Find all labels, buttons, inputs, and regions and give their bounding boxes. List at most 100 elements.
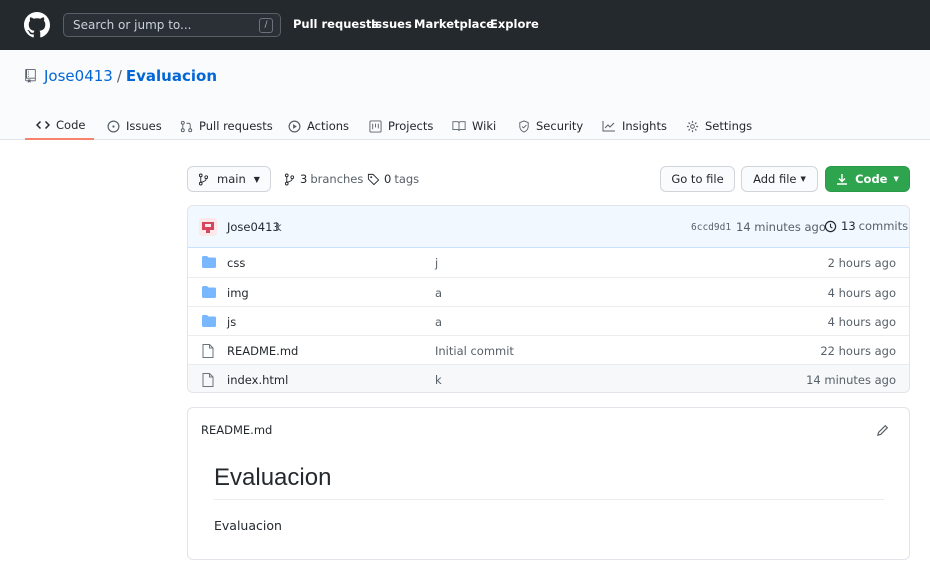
history-icon [824,220,837,232]
file-row[interactable]: README.md Initial commit 22 hours ago [188,335,909,364]
file-commit-message[interactable]: a [435,286,442,300]
code-button[interactable]: Code ▼ [825,166,910,192]
tags-link[interactable]: 0 tags [367,172,419,186]
file-rows: css j 2 hours ago img a 4 hours ago js a 4 hours… [188,248,909,392]
repo-name-link[interactable]: Evaluacion [126,67,217,85]
tags-label: tags [394,172,420,186]
branches-count: 3 [300,172,308,186]
branch-icon [284,173,295,185]
pull-request-icon [180,120,193,132]
commits-count: 13 [841,219,856,233]
file-name-link[interactable]: css [227,256,245,270]
tab-label: Issues [126,119,162,133]
folder-icon [202,315,216,330]
tab-label: Security [536,119,584,133]
tab-label: Wiki [472,119,497,133]
folder-icon [202,256,216,271]
repo-title: Jose0413 / Evaluacion [25,67,217,85]
nav-pull-requests[interactable]: Pull requests [293,17,378,31]
add-file-label: Add file [753,172,797,186]
commits-label: commits [858,219,909,233]
tab-label: Insights [622,119,667,133]
pencil-icon[interactable] [876,424,889,437]
chevron-down-icon: ▼ [893,175,899,183]
tab-issues[interactable]: Issues [107,112,162,140]
repo-icon [25,69,36,83]
repo-owner-link[interactable]: Jose0413 [44,67,113,85]
nav-marketplace[interactable]: Marketplace [414,17,494,31]
tab-insights[interactable]: Insights [602,112,667,140]
issue-icon [107,120,120,132]
search-placeholder: Search or jump to... [73,18,192,32]
file-commit-age: 2 hours ago [827,256,896,270]
book-icon [452,121,466,131]
graph-icon [602,121,615,132]
branches-label: branches [310,172,364,186]
code-icon [36,120,50,130]
chevron-down-icon: ▼ [253,174,260,184]
file-commit-age: 22 hours ago [820,344,896,358]
tab-label: Pull requests [199,119,273,133]
readme-heading: Evaluacion [214,464,884,500]
tab-projects[interactable]: Projects [369,112,433,140]
commit-time: 14 minutes ago [736,220,826,234]
avatar[interactable] [199,218,217,236]
chevron-down-icon: ▼ [800,175,806,183]
file-row[interactable]: js a 4 hours ago [188,306,909,335]
play-icon [288,120,301,132]
readme-panel: README.md Evaluacion Evaluacion [187,407,910,560]
file-icon [202,344,214,361]
code-button-label: Code [855,172,888,186]
readme-body: Evaluacion [214,518,282,533]
tab-wiki[interactable]: Wiki [452,112,496,140]
commit-author[interactable]: Jose0413 [227,220,280,234]
gear-icon [686,120,699,132]
search-input[interactable]: Search or jump to... / [63,13,281,37]
readme-filename: README.md [201,423,273,437]
file-commit-message[interactable]: Initial commit [435,344,514,358]
tags-count: 0 [384,172,392,186]
branch-icon [198,173,209,185]
file-commit-age: 4 hours ago [827,286,896,300]
file-commit-message[interactable]: a [435,315,442,329]
file-row[interactable]: index.html k 14 minutes ago [188,364,909,392]
file-name-link[interactable]: js [227,315,236,329]
tab-label: Actions [307,119,350,133]
file-name-link[interactable]: README.md [227,344,298,358]
file-row[interactable]: css j 2 hours ago [188,248,909,277]
tag-icon [367,173,380,185]
commit-message[interactable]: k [275,220,282,234]
commits-link[interactable]: 13 commits [824,219,908,233]
file-list: Jose0413 k 6ccd9d1 14 minutes ago 13 com… [187,205,910,393]
go-to-file-button[interactable]: Go to file [660,166,735,192]
nav-issues[interactable]: Issues [371,17,412,31]
branches-link[interactable]: 3 branches [284,172,363,186]
file-commit-message[interactable]: j [435,256,438,270]
shield-icon [519,119,529,133]
tab-security[interactable]: Security [518,112,583,140]
file-commit-age: 14 minutes ago [806,373,896,387]
branch-name: main [217,172,246,186]
file-commit-age: 4 hours ago [827,315,896,329]
file-row[interactable]: img a 4 hours ago [188,277,909,306]
nav-explore[interactable]: Explore [490,17,539,31]
commit-sha[interactable]: 6ccd9d1 [691,222,731,233]
download-icon [837,174,848,185]
file-commit-message[interactable]: k [435,373,442,387]
file-name-link[interactable]: index.html [227,373,288,387]
tab-pull-requests[interactable]: Pull requests [180,112,273,140]
tab-settings[interactable]: Settings [686,112,752,140]
add-file-button[interactable]: Add file ▼ [741,166,818,192]
tab-label: Projects [388,119,434,133]
github-logo-icon[interactable] [24,12,50,38]
global-header: Search or jump to... / Pull requests Iss… [0,0,930,50]
tab-code[interactable]: Code [25,112,94,140]
branch-select-button[interactable]: main ▼ [187,166,271,192]
project-icon [369,119,382,133]
go-to-file-label: Go to file [671,172,724,186]
file-name-link[interactable]: img [227,286,249,300]
tab-actions[interactable]: Actions [288,112,349,140]
tab-label: Settings [705,119,753,133]
file-icon [202,373,214,390]
latest-commit-bar: Jose0413 k 6ccd9d1 14 minutes ago 13 com… [188,206,909,248]
